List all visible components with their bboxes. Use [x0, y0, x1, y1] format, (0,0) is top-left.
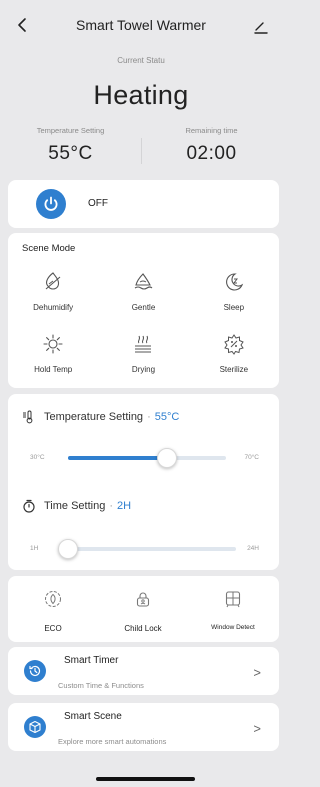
smart-scene-row[interactable]: Smart Scene Explore more smart automatio…	[8, 703, 279, 751]
child-lock-button[interactable]: Child Lock	[98, 576, 188, 642]
scene-mode-card: Scene Mode Dehumidify Gentle Sleep Hold …	[8, 233, 279, 388]
scene-drying-label: Drying	[131, 365, 156, 374]
temperature-slider[interactable]	[68, 448, 226, 468]
smart-timer-subtitle: Custom Time & Functions	[58, 681, 144, 690]
scene-drying[interactable]: Drying	[98, 325, 188, 375]
sun-icon	[43, 334, 63, 354]
temperature-setting-value: 55°C	[154, 411, 180, 423]
temperature-stat-label: Temperature Setting	[36, 126, 105, 135]
smart-timer-icon-badge	[24, 660, 46, 682]
cube-icon	[29, 720, 41, 734]
scene-sterilize[interactable]: Sterilize	[189, 325, 279, 375]
time-min-label: 1H	[30, 545, 39, 552]
smart-scene-chevron: >	[253, 721, 261, 736]
time-slider-thumb[interactable]	[58, 539, 78, 559]
smart-timer-chevron: >	[253, 665, 261, 680]
dehumidify-icon	[45, 272, 61, 290]
window-detect-label: Window Detect	[211, 624, 255, 631]
page-title: Smart Towel Warmer	[76, 17, 206, 33]
home-indicator	[96, 777, 195, 781]
eco-label: ECO	[44, 624, 62, 633]
eco-button[interactable]: ECO	[8, 576, 98, 642]
scene-sterilize-label: Sterilize	[219, 365, 249, 374]
time-separator: ·	[109, 500, 114, 512]
temperature-setting-label: Temperature Setting	[44, 411, 144, 423]
power-card: OFF	[8, 180, 279, 228]
scene-mode-grid: Dehumidify Gentle Sleep Hold Temp Drying…	[8, 263, 279, 375]
remaining-time-label: Remaining time	[185, 126, 238, 135]
temperature-setting-title: Temperature Setting · 55°C	[22, 410, 179, 424]
window-icon	[225, 591, 241, 608]
power-state-label: OFF	[88, 198, 108, 209]
timer-icon	[23, 499, 35, 513]
smart-scene-subtitle: Explore more smart automations	[58, 737, 167, 746]
power-button[interactable]	[36, 189, 66, 219]
temperature-max-label: 70°C	[244, 454, 259, 461]
time-slider[interactable]	[58, 539, 236, 559]
smart-scene-icon-badge	[24, 716, 46, 738]
gentle-icon	[135, 273, 153, 290]
scene-gentle[interactable]: Gentle	[98, 263, 188, 313]
temperature-stat-value: 55°C	[48, 143, 93, 164]
scene-mode-title: Scene Mode	[22, 243, 76, 254]
remaining-time-stat: Remaining time 02:00	[141, 126, 282, 165]
scene-sleep-label: Sleep	[223, 303, 245, 312]
current-status-value: Heating	[93, 80, 189, 110]
back-chevron-icon[interactable]	[14, 16, 32, 34]
temperature-separator: ·	[147, 411, 151, 423]
time-max-label: 24H	[247, 545, 259, 552]
time-setting-value: 2H	[117, 500, 132, 512]
sleep-icon	[225, 273, 243, 291]
scene-hold-temp-label: Hold Temp	[34, 365, 73, 374]
smart-scene-title: Smart Scene	[64, 711, 122, 722]
scene-dehumidify-label: Dehumidify	[33, 303, 74, 312]
remaining-time-value: 02:00	[186, 143, 237, 164]
temperature-slider-thumb[interactable]	[157, 448, 177, 468]
temperature-min-label: 30°C	[30, 454, 45, 461]
scene-hold-temp[interactable]: Hold Temp	[8, 325, 98, 375]
thermometer-icon	[23, 410, 33, 424]
smart-timer-row[interactable]: Smart Timer Custom Time & Functions >	[8, 647, 279, 695]
scene-gentle-label: Gentle	[131, 303, 156, 312]
scene-sleep[interactable]: Sleep	[189, 263, 279, 313]
app-header: Smart Towel Warmer	[0, 0, 282, 50]
window-detect-button[interactable]: Window Detect	[188, 576, 278, 642]
sterilize-icon	[224, 334, 244, 355]
drying-icon	[135, 335, 152, 353]
eco-leaf-icon	[45, 591, 61, 607]
power-icon	[44, 196, 58, 211]
temperature-slider-fill	[68, 456, 167, 460]
temperature-stat: Temperature Setting 55°C	[0, 126, 141, 165]
functions-card: ECO Child Lock Window Detect	[8, 576, 279, 642]
child-lock-label: Child Lock	[124, 624, 162, 633]
edit-pencil-icon[interactable]	[252, 18, 270, 36]
lock-icon	[136, 592, 150, 607]
settings-sliders-card: Temperature Setting · 55°C 30°C 70°C Tim…	[8, 394, 279, 570]
current-status-label: Current Statu	[117, 56, 165, 65]
smart-timer-title: Smart Timer	[64, 655, 119, 666]
scene-dehumidify[interactable]: Dehumidify	[8, 263, 98, 313]
time-setting-label: Time Setting	[44, 500, 106, 512]
time-setting-title: Time Setting · 2H	[22, 499, 131, 513]
history-clock-icon	[29, 665, 41, 677]
